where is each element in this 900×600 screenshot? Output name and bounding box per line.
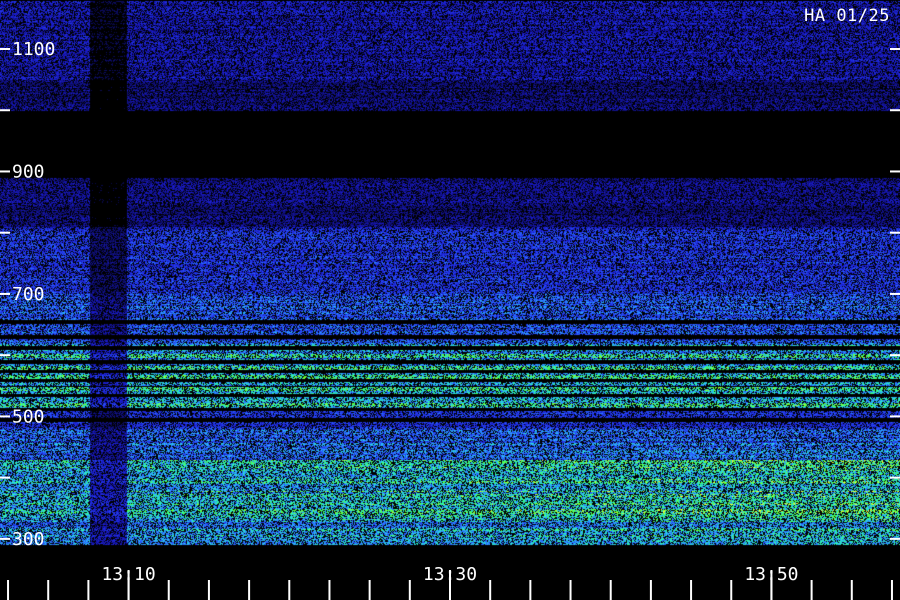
x-tick-label-13:50: 13:50 xyxy=(744,564,798,585)
x-tick-label-13:30: 13:30 xyxy=(423,564,477,585)
y-tick-label-700: 700 xyxy=(12,284,45,305)
axes-overlay: 300 500 700 900 1100 13:10 13:30 13:50 xyxy=(0,39,900,600)
y-tick-label-300: 300 xyxy=(12,529,45,550)
y-tick-label-1100: 1100 xyxy=(12,39,55,60)
y-tick-label-900: 900 xyxy=(12,161,45,182)
y-tick-label-500: 500 xyxy=(12,406,45,427)
station-date-label: HA 01/25 xyxy=(804,6,890,26)
x-tick-label-13:10: 13:10 xyxy=(101,564,155,585)
